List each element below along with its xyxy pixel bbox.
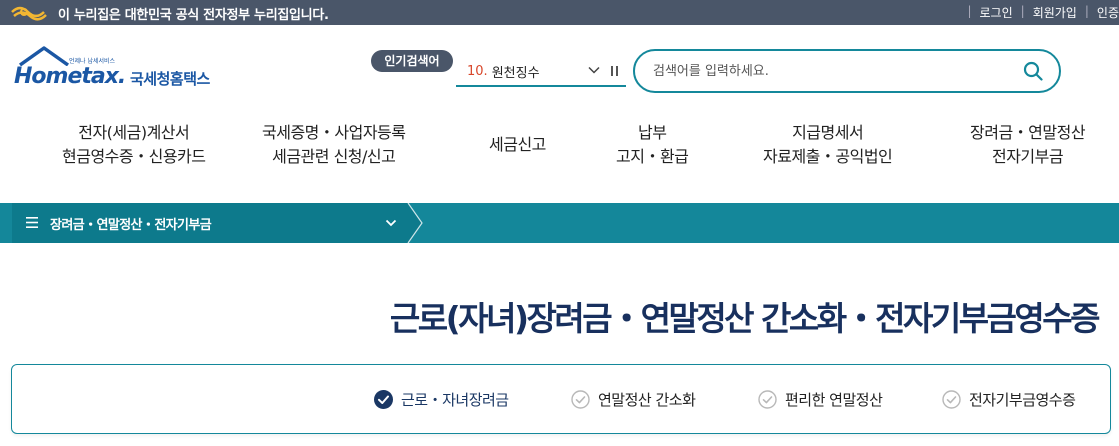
tab-year-end-simplified[interactable]: 연말정산 간소화 [571, 389, 696, 410]
nav-incentive-line1: 장려금・연말정산 [970, 123, 1086, 142]
nav-e-invoice[interactable]: 전자(세금)계산서 현금영수증・신용카드 [62, 121, 206, 169]
nav-e-invoice-line2: 현금영수증・신용카드 [62, 147, 206, 166]
egov-logo-icon [11, 6, 47, 21]
nav-incentive[interactable]: 장려금・연말정산 전자기부금 [970, 121, 1086, 169]
search-icon[interactable] [1023, 61, 1043, 81]
nav-payment[interactable]: 납부 고지・환급 [616, 121, 689, 169]
check-circle-filled-icon [374, 390, 393, 409]
sub-navigation-bar: 장려금・연말정산・전자기부금 [0, 203, 1119, 243]
chevron-down-icon[interactable] [588, 64, 600, 76]
signup-link[interactable]: 회원가입 [1033, 4, 1077, 21]
nav-tax-return-label: 세금신고 [489, 135, 546, 154]
utility-links: | 로그인 | 회원가입 | 인증 [967, 4, 1119, 21]
search-input[interactable] [653, 61, 1013, 81]
tab-earned-income-credit[interactable]: 근로・자녀장려금 [374, 389, 509, 410]
logo-name: 국세청홈택스 [130, 70, 210, 88]
tab-earned-income-credit-label: 근로・자녀장려금 [401, 391, 509, 409]
popular-rank: 10. [467, 63, 488, 79]
sub-menu-title: 장려금・연말정산・전자기부금 [50, 218, 212, 233]
hamburger-menu-icon [26, 217, 38, 228]
popular-search-badge: 인기검색어 [371, 50, 453, 72]
check-circle-outline-icon [758, 390, 777, 409]
nav-incentive-line2: 전자기부금 [991, 147, 1064, 166]
search-box [633, 49, 1061, 93]
popular-search-item[interactable]: 10. 원천징수 [456, 57, 626, 87]
nav-certificate-line2: 세금관련 신청/신고 [272, 147, 396, 166]
pause-icon[interactable] [610, 65, 620, 77]
nav-payment-statement[interactable]: 지급명세서 자료제출・공익법인 [763, 121, 893, 169]
popular-keyword[interactable]: 원천징수 [492, 62, 540, 81]
nav-payment-line1: 납부 [637, 123, 667, 142]
tab-convenient-year-end[interactable]: 편리한 연말정산 [758, 389, 883, 410]
nav-payment-line2: 고지・환급 [616, 147, 689, 166]
gov-banner: 이 누리집은 대한민국 공식 전자정부 누리집입니다. | 로그인 | 회원가입… [0, 0, 1119, 25]
nav-certificate-line1: 국세증명・사업자등록 [262, 123, 406, 142]
nav-tax-return[interactable]: 세금신고 [489, 133, 546, 157]
tab-convenient-year-end-label: 편리한 연말정산 [785, 391, 883, 409]
sub-menu-dropdown[interactable]: 장려금・연말정산・전자기부금 [12, 203, 408, 243]
nav-e-invoice-line1: 전자(세금)계산서 [78, 123, 190, 142]
nav-certificate[interactable]: 국세증명・사업자등록 세금관련 신청/신고 [262, 121, 406, 169]
tab-container: 근로・자녀장려금 연말정산 간소화 편리한 연말정산 전자기부금영수증 [11, 364, 1111, 434]
breadcrumb-arrow-icon [400, 203, 423, 243]
gov-notice-text: 이 누리집은 대한민국 공식 전자정부 누리집입니다. [58, 8, 329, 23]
check-circle-outline-icon [942, 390, 961, 409]
tab-year-end-simplified-label: 연말정산 간소화 [598, 391, 696, 409]
page-title: 근로(자녀)장려금・연말정산 간소화・전자기부금영수증 [389, 299, 1101, 338]
chevron-down-icon [385, 219, 397, 227]
nav-payment-statement-line1: 지급명세서 [792, 123, 864, 142]
check-circle-outline-icon [571, 390, 590, 409]
hometax-logo[interactable]: 언제나 납세서비스 Hometax. 국세청홈택스 [12, 44, 232, 104]
certificate-link[interactable]: 인증 [1097, 4, 1119, 21]
logo-brand: Hometax. [14, 64, 126, 89]
nav-payment-statement-line2: 자료제출・공익법인 [763, 147, 893, 166]
tab-e-donation-receipt[interactable]: 전자기부금영수증 [942, 389, 1076, 410]
login-link[interactable]: 로그인 [980, 4, 1013, 21]
tab-e-donation-receipt-label: 전자기부금영수증 [969, 391, 1076, 409]
house-roof-icon [18, 46, 70, 66]
